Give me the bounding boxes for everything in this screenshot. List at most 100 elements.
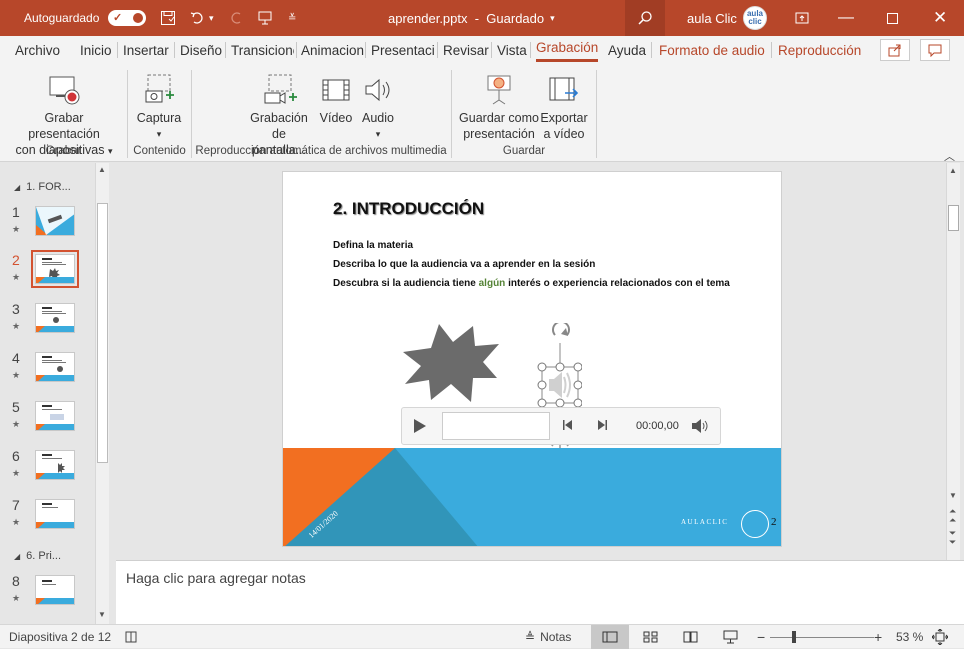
customize-qat-icon[interactable]: ≚ [288, 0, 296, 36]
slide-thumb-row[interactable]: 1 ★ [0, 204, 96, 244]
tab-archivo[interactable]: Archivo [15, 36, 60, 64]
slide-thumb-row[interactable]: 7 ★ [0, 497, 96, 537]
zoom-slider[interactable] [770, 625, 874, 649]
normal-view-icon [602, 631, 618, 643]
slide-thumb-row[interactable]: 4 ★ [0, 350, 96, 390]
volume-icon [692, 419, 708, 433]
section-header[interactable]: ◢ 1. FOR... [14, 181, 71, 193]
slide-thumbnail-selected[interactable] [31, 250, 79, 288]
comments-button[interactable] [920, 39, 950, 61]
group-label-reproduccion: Reproducción automática de archivos mult… [195, 145, 447, 157]
zoom-in-button[interactable]: + [874, 625, 882, 649]
scroll-thumb[interactable] [948, 205, 959, 231]
audio-button[interactable]: Audio ▾ [359, 70, 397, 142]
volume-button[interactable] [691, 418, 709, 437]
normal-view-button[interactable] [591, 625, 629, 649]
tab-reproduccion[interactable]: Reproducción [778, 36, 861, 64]
search-icon [638, 11, 652, 25]
tab-separator [437, 42, 438, 58]
thumbnail-scrollbar[interactable]: ▲ ▼ [95, 163, 109, 624]
ribbon-display-options-icon[interactable] [792, 8, 812, 28]
close-icon[interactable]: ✕ [933, 0, 947, 36]
accessibility-icon[interactable] [124, 625, 138, 649]
share-button[interactable] [880, 39, 910, 61]
slide-thumbnail[interactable] [35, 499, 75, 529]
previous-slide-icon[interactable]: ⏶ ⏶ [949, 507, 956, 525]
tab-separator [530, 42, 531, 58]
minimize-icon[interactable]: — [838, 0, 854, 36]
tab-formato-audio[interactable]: Formato de audio [659, 36, 765, 64]
slide-thumbnail[interactable] [35, 303, 75, 333]
explosion-shape[interactable] [401, 322, 501, 406]
notes-button[interactable]: ≜ Notas [525, 625, 571, 649]
reading-view-button[interactable] [683, 625, 698, 649]
slide-footer-text[interactable]: AULACLIC [681, 518, 728, 526]
zoom-level[interactable]: 53 % [896, 625, 923, 649]
slide-canvas[interactable]: 2. INTRODUCCIÓN Defina la materia Descri… [282, 171, 782, 547]
slide-thumb-row[interactable]: 2 ★ [0, 250, 96, 292]
tab-insertar[interactable]: Insertar [123, 36, 169, 64]
tab-animaciones[interactable]: Animaciones [301, 36, 364, 64]
file-title: aprender.pptx - Guardado ▾ [388, 10, 555, 26]
slide-thumb-row[interactable]: 6 ★ [0, 448, 96, 488]
tab-revisar[interactable]: Revisar [443, 36, 489, 64]
tab-grabacion[interactable]: Grabación [536, 36, 599, 62]
save-as-show-button[interactable]: Guardar como presentación [458, 70, 540, 142]
screenshot-button[interactable]: Captura ▾ [132, 70, 186, 142]
page-number-circle [741, 510, 769, 538]
save-icon[interactable] [158, 8, 178, 28]
next-slide-icon[interactable]: ⏷ ⏷ [949, 529, 956, 547]
slide-thumbnail[interactable] [35, 401, 75, 431]
undo-icon[interactable] [188, 8, 208, 28]
tab-presentacion[interactable]: Presentación [371, 36, 434, 64]
speaker-icon [365, 78, 390, 102]
skip-back-button[interactable] [562, 419, 574, 434]
maximize-icon[interactable] [887, 0, 898, 36]
tab-vista[interactable]: Vista [497, 36, 527, 64]
audio-progress-bar[interactable] [442, 412, 550, 440]
slide-thumbnail[interactable] [35, 352, 75, 382]
tab-diseno[interactable]: Diseño [180, 36, 222, 64]
tab-transiciones[interactable]: Transiciones [231, 36, 294, 64]
scroll-thumb[interactable] [97, 203, 108, 463]
tab-inicio[interactable]: Inicio [80, 36, 112, 64]
slideshow-button[interactable] [723, 625, 738, 649]
user-name[interactable]: aula Clic [687, 0, 737, 36]
slide-counter[interactable]: Diapositiva 2 de 12 [9, 625, 111, 649]
search-button[interactable] [625, 0, 665, 36]
play-button[interactable] [413, 418, 427, 437]
zoom-out-button[interactable]: − [757, 625, 765, 649]
slide-thumb-row[interactable]: 5 ★ [0, 399, 96, 439]
tab-ayuda[interactable]: Ayuda [608, 36, 646, 64]
slide-sorter-button[interactable] [643, 625, 658, 649]
slide-thumb-row[interactable]: 3 ★ [0, 301, 96, 341]
fit-to-window-button[interactable] [932, 625, 948, 649]
avatar[interactable]: aula clic [743, 0, 767, 36]
comment-icon [928, 44, 942, 57]
skip-forward-icon [598, 420, 607, 430]
editor-scrollbar[interactable]: ▲ ▼ ⏶ ⏶ ⏷ ⏷ [946, 163, 960, 560]
play-icon [414, 419, 426, 433]
undo-dropdown-icon[interactable]: ▾ [209, 0, 214, 36]
slide-thumbnail[interactable] [35, 575, 75, 605]
present-from-start-icon[interactable] [255, 8, 275, 28]
slide-thumbnail[interactable] [35, 450, 75, 480]
slide-page-number[interactable]: 2 [771, 516, 777, 528]
video-button[interactable]: Vídeo [318, 70, 354, 126]
slide-thumbnail[interactable] [35, 206, 75, 236]
slide-title[interactable]: 2. INTRODUCCIÓN [333, 199, 484, 219]
notes-pane[interactable]: Haga clic para agregar notas [116, 560, 964, 624]
redo-icon[interactable] [226, 8, 246, 28]
tab-separator [651, 42, 652, 58]
autosave-toggle[interactable]: ✓ [108, 0, 146, 36]
audio-player: 00:00,00 [401, 407, 721, 445]
slide-body[interactable]: Defina la materia Describa lo que la aud… [333, 236, 730, 293]
skip-forward-button[interactable] [596, 419, 608, 434]
notes-placeholder[interactable]: Haga clic para agregar notas [126, 570, 306, 586]
notes-icon: ≜ [525, 630, 536, 644]
export-video-button[interactable]: Exportar a vídeo [540, 70, 588, 142]
group-label-guardar: Guardar [502, 145, 546, 157]
section-header[interactable]: ◢ 6. Pri... [14, 550, 61, 562]
slide-thumb-row[interactable]: 8 ★ [0, 573, 96, 613]
collapse-ribbon-icon[interactable]: ︿ [944, 148, 955, 164]
